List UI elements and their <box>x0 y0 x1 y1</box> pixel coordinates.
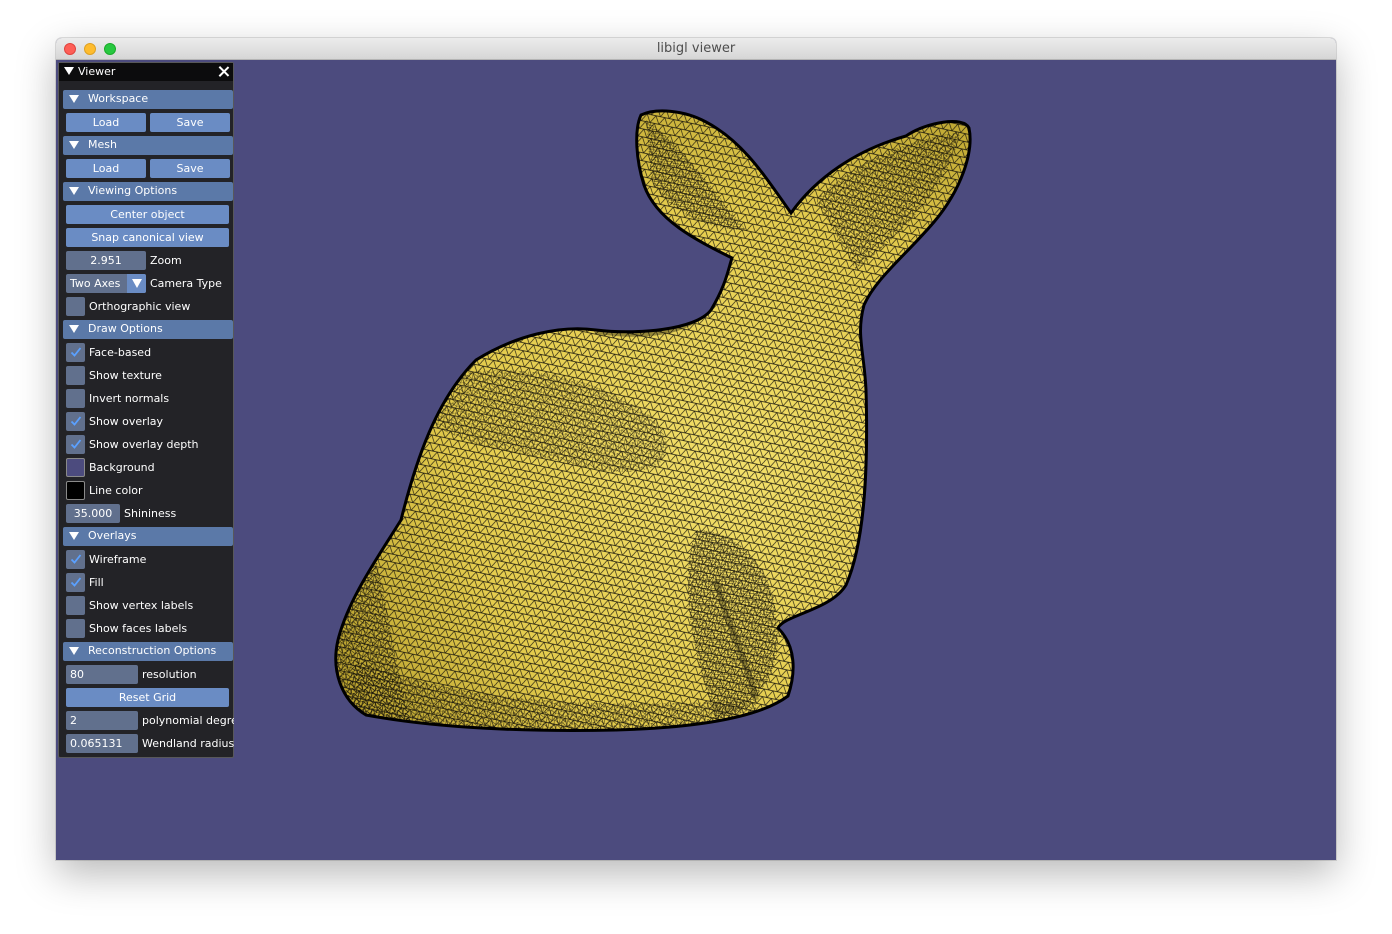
show-vertex-labels-checkbox[interactable] <box>66 596 85 615</box>
wendland-radius-label: Wendland radius <box>142 737 235 750</box>
mesh-save-button[interactable]: Save <box>150 159 230 178</box>
close-icon[interactable] <box>217 64 231 78</box>
viewer-panel: Viewer Workspace Load Save Mesh Load Sav… <box>58 62 234 758</box>
invert-normals-checkbox[interactable] <box>66 389 85 408</box>
camera-type-select[interactable]: Two Axes <box>66 274 146 293</box>
chevron-down-icon[interactable] <box>127 274 146 293</box>
workspace-header[interactable]: Workspace <box>63 90 233 109</box>
panel-title: Viewer <box>78 65 116 78</box>
wireframe-label: Wireframe <box>89 553 147 566</box>
shininess-label: Shininess <box>124 507 177 520</box>
3d-viewport[interactable]: Viewer Workspace Load Save Mesh Load Sav… <box>56 60 1336 860</box>
fill-label: Fill <box>89 576 104 589</box>
show-overlay-depth-checkbox[interactable] <box>66 435 85 454</box>
collapse-triangle-icon <box>69 187 79 195</box>
center-object-button[interactable]: Center object <box>66 205 229 224</box>
invert-normals-label: Invert normals <box>89 392 170 405</box>
zoom-label: Zoom <box>150 254 182 267</box>
show-faces-labels-label: Show faces labels <box>89 622 188 635</box>
camera-type-label: Camera Type <box>150 277 222 290</box>
show-overlay-checkbox[interactable] <box>66 412 85 431</box>
mesh-header-label: Mesh <box>88 138 117 151</box>
collapse-triangle-icon[interactable] <box>64 67 74 75</box>
checkmark-icon <box>70 416 82 426</box>
collapse-triangle-icon <box>69 141 79 149</box>
polynomial-degree-input[interactable]: 2 <box>66 711 138 730</box>
face-based-label: Face-based <box>89 346 152 359</box>
app-window: libigl viewer Viewer Workspace Load Save… <box>56 38 1336 860</box>
line-color-swatch[interactable] <box>66 481 85 500</box>
workspace-save-button[interactable]: Save <box>150 113 230 132</box>
viewing-options-header-label: Viewing Options <box>88 184 178 197</box>
show-overlay-depth-label: Show overlay depth <box>89 438 199 451</box>
orthographic-checkbox[interactable] <box>66 297 85 316</box>
checkmark-icon <box>70 439 82 449</box>
show-faces-labels-checkbox[interactable] <box>66 619 85 638</box>
draw-options-header[interactable]: Draw Options <box>63 320 233 339</box>
fill-checkbox[interactable] <box>66 573 85 592</box>
checkmark-icon <box>70 347 82 357</box>
show-vertex-labels-label: Show vertex labels <box>89 599 194 612</box>
viewing-options-header[interactable]: Viewing Options <box>63 182 233 201</box>
window-title: libigl viewer <box>656 41 736 56</box>
workspace-header-label: Workspace <box>88 92 149 105</box>
polynomial-degree-label: polynomial degree <box>142 714 234 727</box>
background-label: Background <box>89 461 155 474</box>
collapse-triangle-icon <box>69 647 79 655</box>
collapse-triangle-icon <box>69 532 79 540</box>
overlays-header-label: Overlays <box>88 529 137 542</box>
overlays-header[interactable]: Overlays <box>63 527 233 546</box>
resolution-label: resolution <box>142 668 197 681</box>
collapse-triangle-icon <box>69 95 79 103</box>
workspace-load-button[interactable]: Load <box>66 113 146 132</box>
bunny-mesh[interactable] <box>56 60 1336 860</box>
wireframe-checkbox[interactable] <box>66 550 85 569</box>
collapse-triangle-icon <box>69 325 79 333</box>
wendland-radius-input[interactable]: 0.065131 <box>66 734 138 753</box>
mesh-load-button[interactable]: Load <box>66 159 146 178</box>
resolution-input[interactable]: 80 <box>66 665 138 684</box>
show-overlay-label: Show overlay <box>89 415 164 428</box>
reset-grid-button[interactable]: Reset Grid <box>66 688 229 707</box>
orthographic-label: Orthographic view <box>89 300 191 313</box>
snap-canonical-view-button[interactable]: Snap canonical view <box>66 228 229 247</box>
camera-type-value: Two Axes <box>70 277 121 290</box>
title-bar: libigl viewer <box>56 38 1336 60</box>
zoom-input[interactable]: 2.951 <box>66 251 146 270</box>
reconstruction-options-header[interactable]: Reconstruction Options <box>63 642 233 661</box>
show-texture-checkbox[interactable] <box>66 366 85 385</box>
draw-options-header-label: Draw Options <box>88 322 163 335</box>
show-texture-label: Show texture <box>89 369 162 382</box>
checkmark-icon <box>70 577 82 587</box>
background-color-swatch[interactable] <box>66 458 85 477</box>
line-color-label: Line color <box>89 484 143 497</box>
shininess-input[interactable]: 35.000 <box>66 504 120 523</box>
reconstruction-options-header-label: Reconstruction Options <box>88 644 217 657</box>
mesh-header[interactable]: Mesh <box>63 136 233 155</box>
face-based-checkbox[interactable] <box>66 343 85 362</box>
checkmark-icon <box>70 554 82 564</box>
panel-title-bar[interactable]: Viewer <box>59 63 233 81</box>
